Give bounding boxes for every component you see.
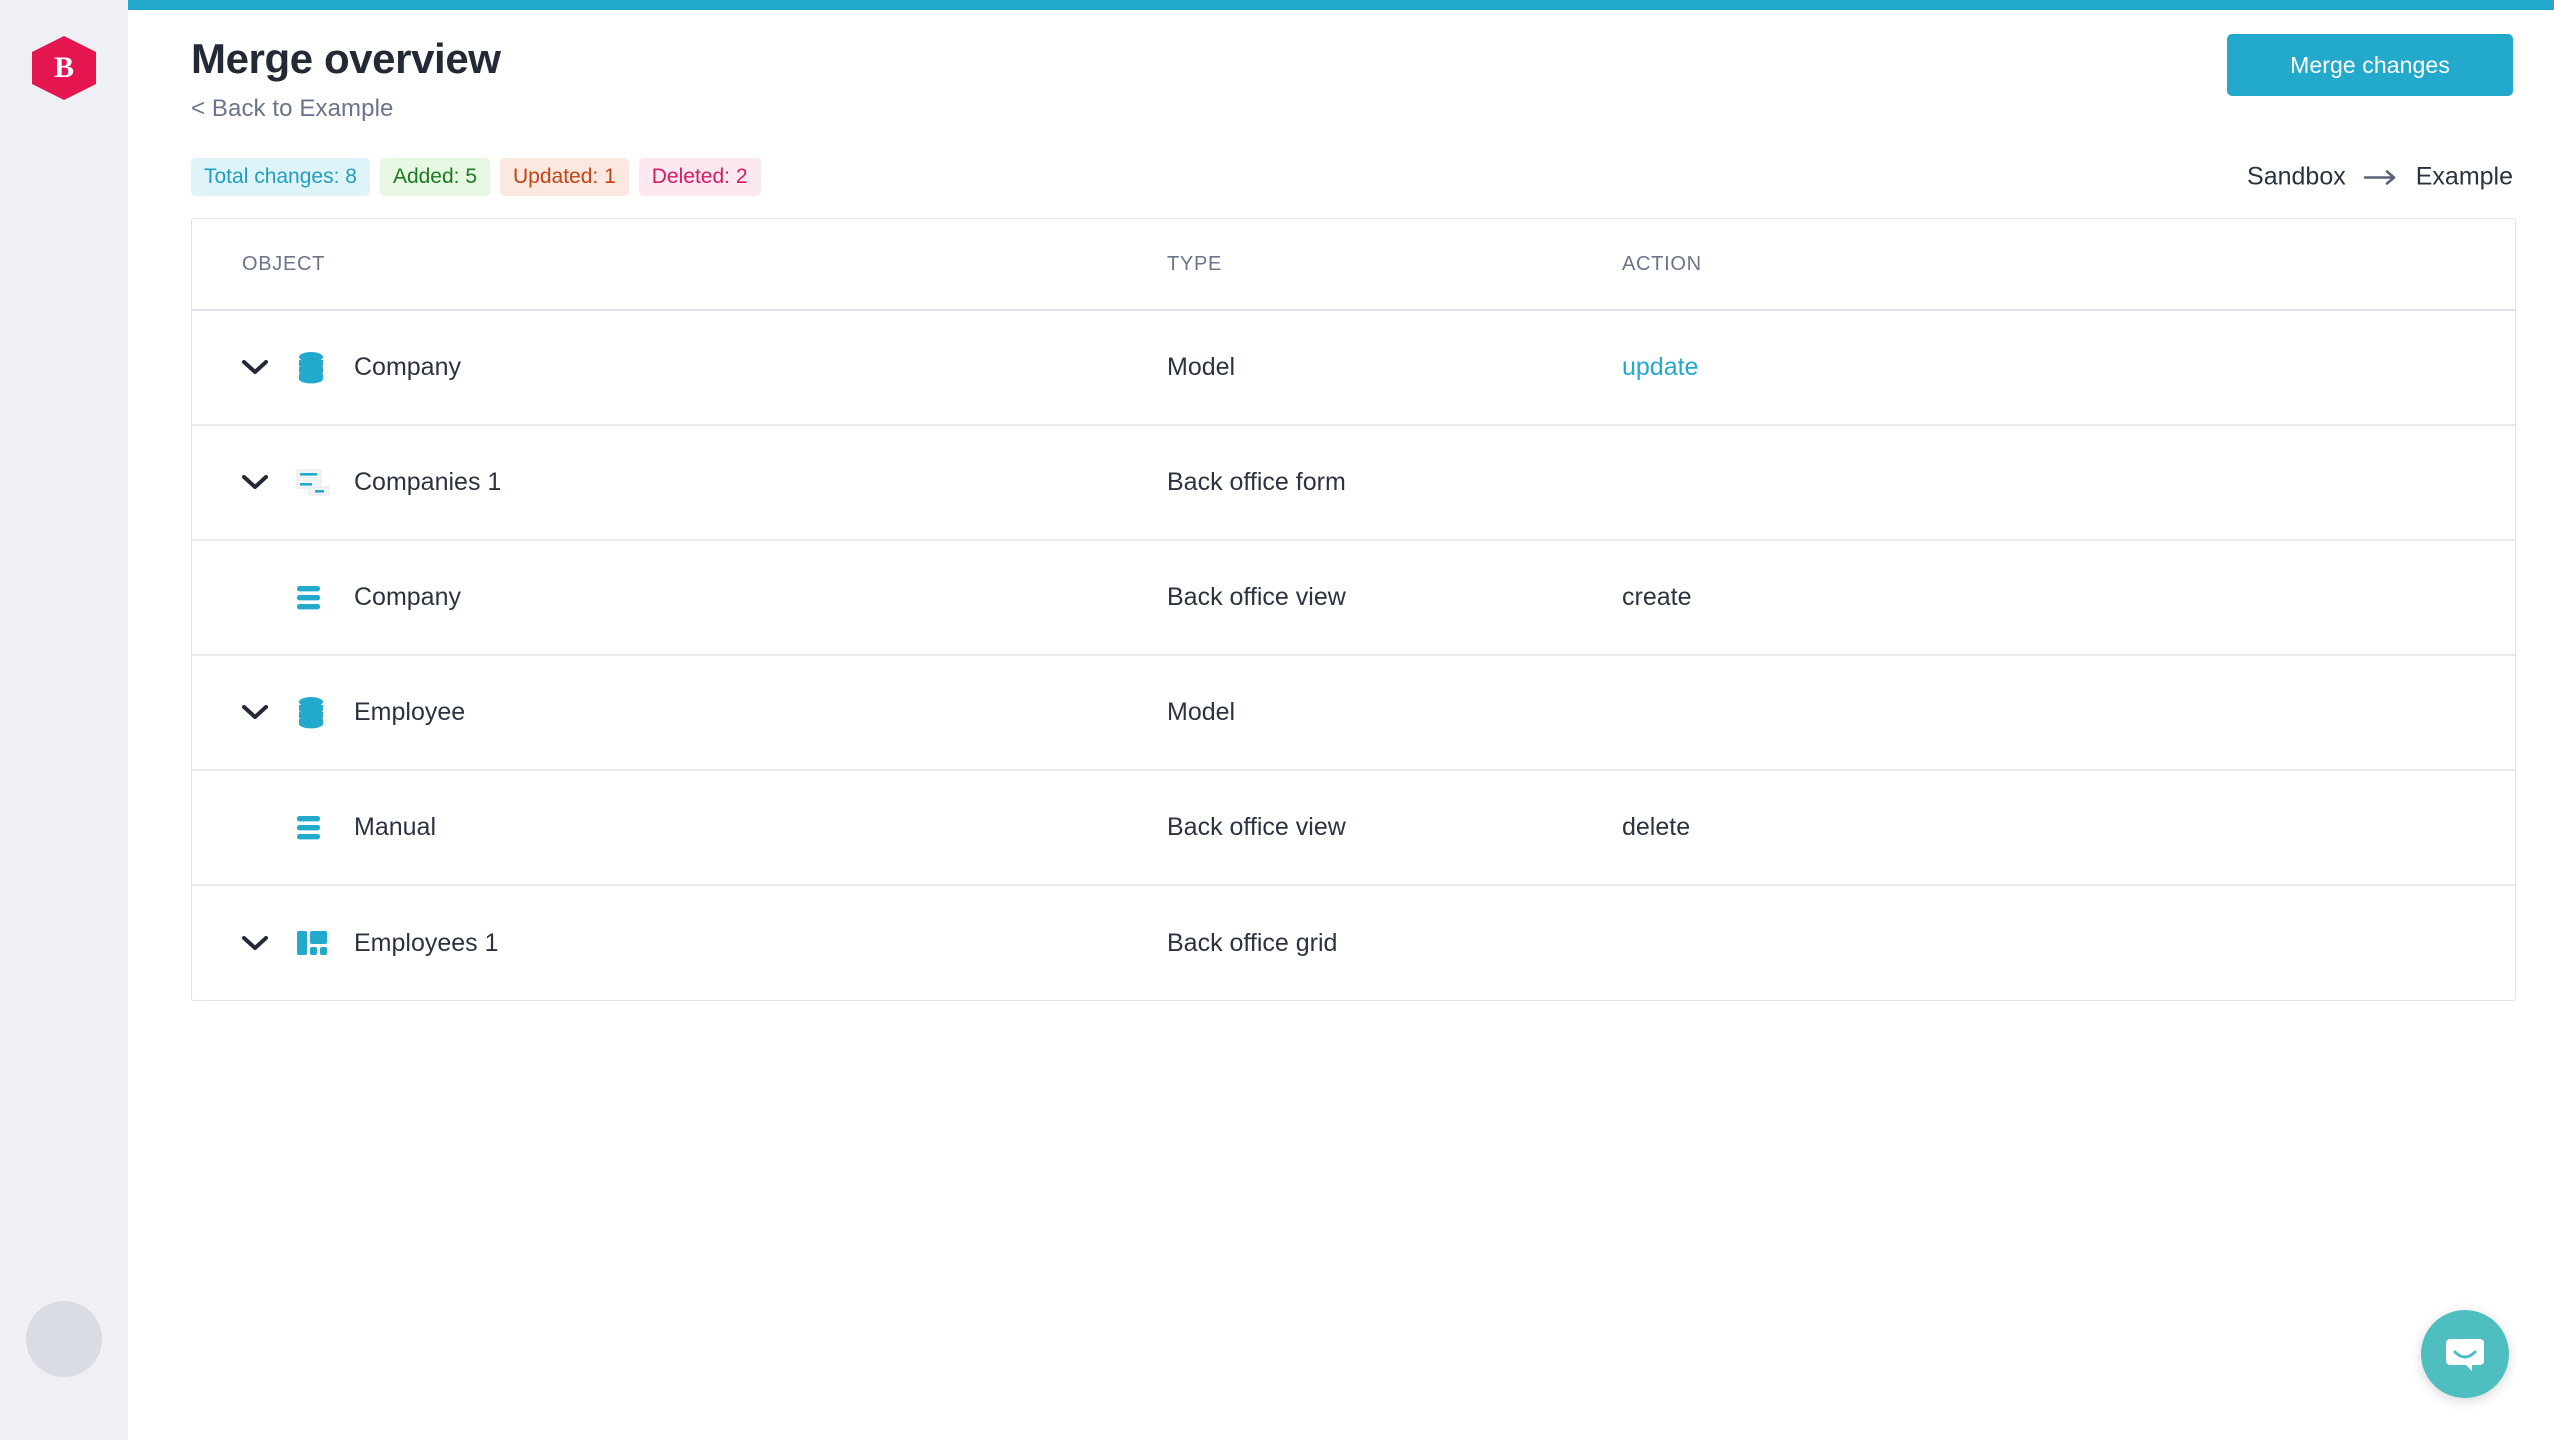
cell-type: Back office form: [1167, 425, 1622, 541]
arrow-right-icon: [2363, 168, 2399, 186]
cell-object: Manual: [192, 770, 1167, 886]
merge-objects-table: OBJECT TYPE ACTION Company Model update …: [191, 218, 2516, 1001]
content: Merge overview < Back to Example Merge c…: [128, 10, 2554, 1440]
cell-action: [1622, 655, 2515, 771]
database-model-icon: [296, 696, 352, 730]
merge-changes-button[interactable]: Merge changes: [2227, 34, 2513, 96]
back-office-grid-icon: [296, 928, 352, 958]
database-model-icon: [296, 351, 352, 385]
action-value: create: [1622, 583, 1692, 611]
column-header-object: OBJECT: [192, 219, 1167, 311]
cell-action: create: [1622, 540, 2515, 656]
object-name: Employee: [354, 698, 466, 726]
chevron-down-icon[interactable]: [242, 935, 268, 951]
expand-toggle[interactable]: [242, 360, 296, 375]
change-badges: Total changes: 8 Added: 5 Updated: 1 Del…: [191, 158, 761, 196]
brand-logo[interactable]: B: [32, 36, 96, 100]
table-header: OBJECT TYPE ACTION: [192, 219, 2515, 311]
action-link[interactable]: update: [1622, 353, 1698, 381]
object-name: Employees 1: [354, 928, 499, 957]
cell-object: Company: [192, 310, 1167, 426]
cell-action: delete: [1622, 770, 2515, 886]
page-title: Merge overview: [191, 35, 501, 82]
app-root: B Merge overview < Back to Example Merge…: [0, 0, 2554, 1440]
chat-launcher-button[interactable]: [2421, 1310, 2509, 1398]
column-header-action: ACTION: [1622, 219, 2515, 311]
chevron-down-icon[interactable]: [242, 360, 268, 375]
top-accent-bar: [128, 0, 2554, 10]
back-office-form-icon: [296, 468, 352, 498]
environment-path: Sandbox Example: [2247, 163, 2513, 192]
back-office-view-icon: [296, 584, 352, 612]
table-header-row: OBJECT TYPE ACTION: [192, 219, 2515, 311]
hexagon-b-logo-icon: B: [32, 36, 96, 100]
env-source-label: Sandbox: [2247, 162, 2346, 191]
cell-action: [1622, 425, 2515, 541]
back-link[interactable]: < Back to Example: [191, 95, 393, 123]
table-row[interactable]: Manual Back office view delete: [192, 770, 2515, 886]
cell-type: Back office view: [1167, 540, 1622, 656]
cell-object: Company: [192, 540, 1167, 656]
chat-bubble-smile-icon: [2442, 1329, 2488, 1380]
column-header-type: TYPE: [1167, 219, 1622, 311]
page-header: Merge overview < Back to Example Merge c…: [191, 10, 2516, 142]
expand-toggle[interactable]: [242, 935, 296, 951]
table-row[interactable]: Companies 1 Back office form: [192, 425, 2515, 541]
status-badge-total: Total changes: 8: [191, 158, 370, 196]
expand-toggle[interactable]: [242, 475, 296, 490]
table-row[interactable]: Employee Model: [192, 655, 2515, 771]
sidebar: B: [0, 0, 128, 1440]
chevron-down-icon[interactable]: [242, 475, 268, 490]
object-name: Manual: [354, 813, 436, 841]
expand-toggle[interactable]: [242, 705, 296, 720]
cell-object: Employee: [192, 655, 1167, 771]
env-target-label: Example: [2415, 162, 2513, 191]
object-name: Company: [354, 353, 461, 381]
cell-type: Model: [1167, 655, 1622, 771]
object-name: Companies 1: [354, 468, 502, 496]
chevron-down-icon[interactable]: [242, 705, 268, 720]
cell-action: update: [1622, 310, 2515, 426]
status-badge-deleted: Deleted: 2: [638, 158, 761, 196]
cell-type: Back office grid: [1167, 885, 1622, 1000]
cell-type: Model: [1167, 310, 1622, 426]
cell-action: [1622, 885, 2515, 1000]
avatar[interactable]: [26, 1301, 102, 1377]
cell-object: Employees 1: [192, 885, 1167, 1000]
table-row[interactable]: Employees 1 Back office grid: [192, 885, 2515, 1000]
table-row[interactable]: Company Model update: [192, 310, 2515, 426]
summary-row: Total changes: 8 Added: 5 Updated: 1 Del…: [191, 149, 2516, 205]
cell-object: Companies 1: [192, 425, 1167, 541]
action-value: delete: [1622, 813, 1691, 841]
status-badge-updated: Updated: 1: [500, 158, 629, 196]
status-badge-added: Added: 5: [379, 158, 491, 196]
table-row[interactable]: Company Back office view create: [192, 540, 2515, 656]
main-area: Merge overview < Back to Example Merge c…: [128, 0, 2554, 1440]
cell-type: Back office view: [1167, 770, 1622, 886]
back-office-view-icon: [296, 814, 352, 842]
object-name: Company: [354, 583, 461, 611]
brand-logo-letter: B: [53, 51, 74, 84]
table-body: Company Model update Companies 1 Back of…: [192, 310, 2515, 1000]
